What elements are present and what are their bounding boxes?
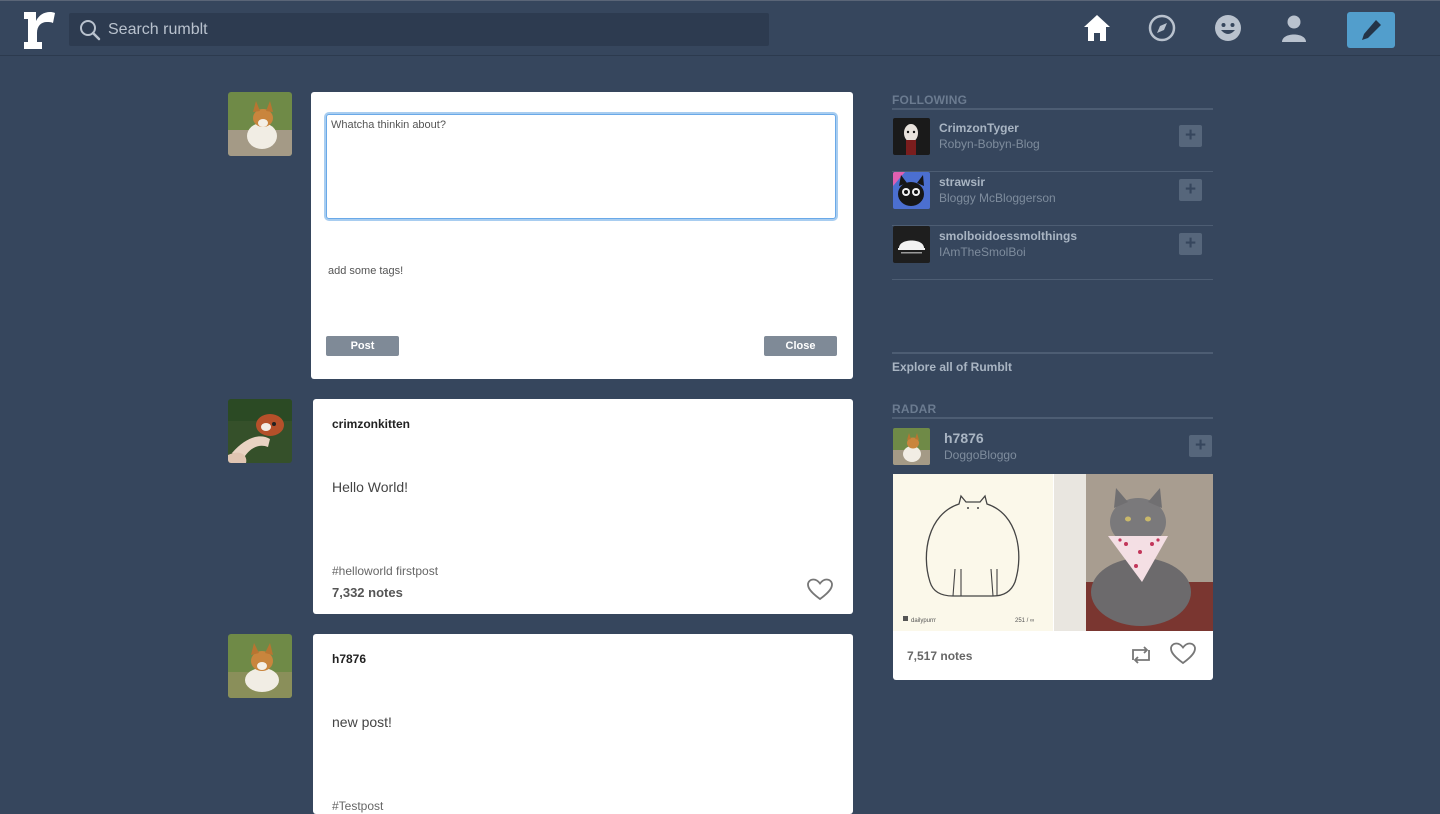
tags-input[interactable]: add some tags! [328,265,403,277]
image-counter: 251 / ∞ [1015,618,1034,624]
radar-notes[interactable]: 7,517 notes [907,649,972,663]
avatar[interactable] [228,92,292,156]
avatar[interactable] [893,226,930,263]
post-author[interactable]: h7876 [332,652,366,666]
compass-icon[interactable] [1147,13,1177,43]
radar-image[interactable] [1054,474,1213,631]
post-text-input[interactable] [326,114,836,219]
follow-plus-button[interactable]: + [1189,435,1212,457]
pencil-icon [1362,20,1381,40]
top-bar: Search rumblt [0,0,1440,56]
post-notes[interactable]: 7,332 notes [332,585,403,600]
post-button[interactable]: Post [326,336,399,356]
post-composer: add some tags! Post Close [311,92,853,379]
image-caption: dailypurrr [911,618,936,624]
follow-plus-button[interactable]: + [1179,179,1202,201]
avatar[interactable] [228,399,292,463]
heart-icon[interactable] [1170,642,1196,665]
avatar[interactable] [228,634,292,698]
post-author[interactable]: crimzonkitten [332,417,410,431]
post-body: Hello World! [332,479,408,495]
radar-blog-name[interactable]: h7876 [944,430,984,446]
following-item[interactable]: CrimzonTyger Robyn-Bobyn-Blog + [892,117,1213,172]
following-title: Robyn-Bobyn-Blog [939,137,1040,151]
divider [892,108,1213,110]
following-item[interactable]: smolboidoessmolthings IAmTheSmolBoi + [892,225,1213,280]
radar-blog-title: DoggoBloggo [944,448,1017,462]
post-body: new post! [332,714,392,730]
following-item[interactable]: strawsir Bloggy McBloggerson + [892,171,1213,226]
rumblt-logo[interactable] [22,9,56,49]
following-name[interactable]: smolboidoessmolthings [939,229,1077,243]
following-name[interactable]: CrimzonTyger [939,121,1019,135]
follow-plus-button[interactable]: + [1179,125,1202,147]
radar-post-card: dailypurrr 251 / ∞ 7,517 notes [893,474,1213,680]
smiley-icon[interactable] [1213,13,1243,43]
divider [892,352,1213,354]
search-input[interactable]: Search rumblt [108,21,208,39]
explore-link[interactable]: Explore all of Rumblt [892,360,1012,374]
radar-heading: RADAR [892,402,937,416]
search-bar[interactable]: Search rumblt [69,13,769,46]
user-icon[interactable] [1279,13,1309,43]
following-name[interactable]: strawsir [939,175,985,189]
post-card: h7876 new post! #Testpost [313,634,853,814]
post-tags[interactable]: #helloworld firstpost [332,564,438,578]
reblog-icon[interactable] [1129,644,1153,666]
following-heading: FOLLOWING [892,93,968,107]
new-post-button[interactable] [1347,12,1395,48]
following-title: IAmTheSmolBoi [939,245,1026,259]
post-card: crimzonkitten Hello World! #helloworld f… [313,399,853,614]
search-icon [80,20,101,41]
home-icon[interactable] [1082,13,1112,43]
post-tags[interactable]: #Testpost [332,799,383,813]
avatar[interactable] [893,118,930,155]
avatar[interactable] [893,428,930,465]
divider [892,417,1213,419]
radar-image[interactable]: dailypurrr 251 / ∞ [893,474,1053,631]
follow-plus-button[interactable]: + [1179,233,1202,255]
heart-icon[interactable] [807,578,833,601]
avatar[interactable] [893,172,930,209]
following-title: Bloggy McBloggerson [939,191,1056,205]
close-button[interactable]: Close [764,336,837,356]
